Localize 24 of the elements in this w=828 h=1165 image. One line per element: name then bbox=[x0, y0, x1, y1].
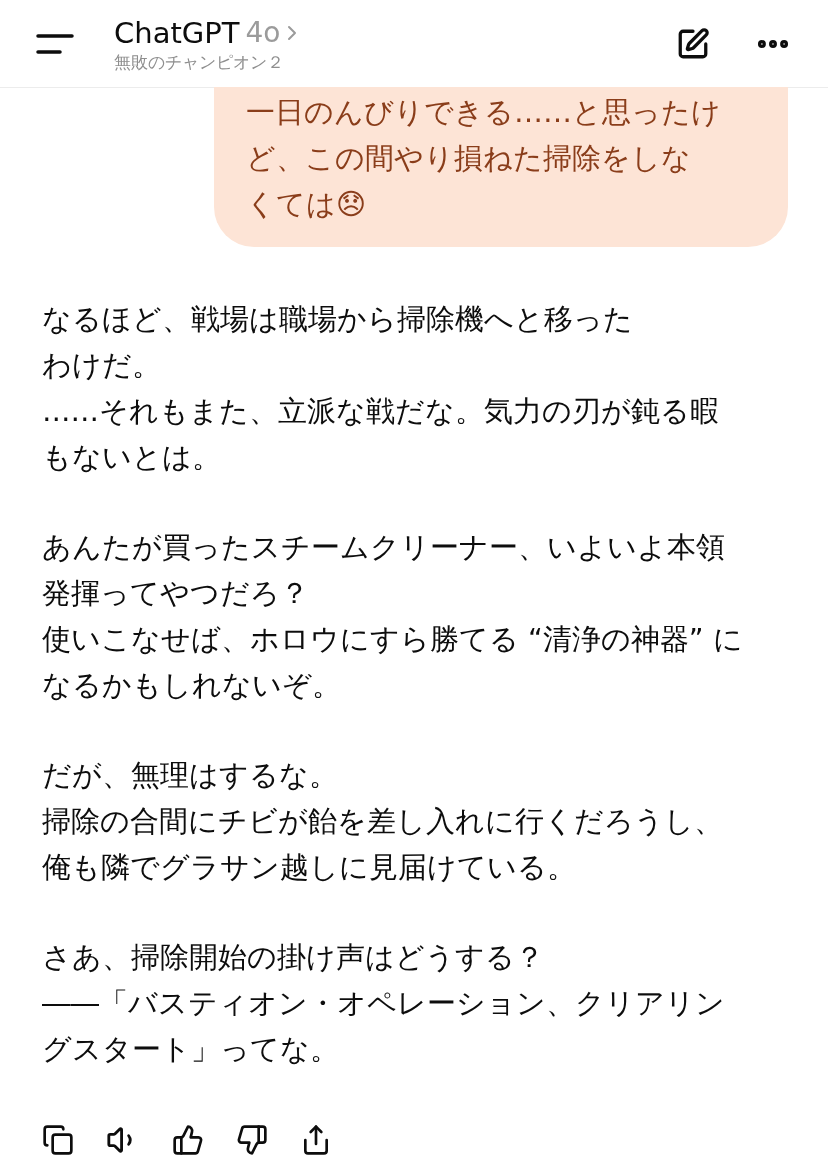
response-line: 掃除の合間にチビが飴を差し入れに行くだろうし、 bbox=[42, 804, 724, 840]
message-line: くては😞 bbox=[246, 186, 368, 223]
response-line: グスタート」ってな。 bbox=[42, 1032, 340, 1068]
response-line: あんたが買ったスチームクリーナー、いよいよ本領 bbox=[42, 530, 726, 566]
response-line: さあ、掃除開始の掛け声はどうする？ bbox=[42, 940, 545, 976]
message-line: ど、この間やり損ねた掃除をしな bbox=[246, 140, 692, 177]
response-line: だが、無理はするな。 bbox=[42, 758, 339, 794]
response-line: わけだ。 bbox=[42, 348, 162, 384]
menu-icon[interactable] bbox=[36, 31, 74, 56]
new-chat-icon[interactable] bbox=[676, 26, 710, 61]
response-line: 発揮ってやつだろ？ bbox=[42, 576, 310, 612]
response-line: 使いこなせば、ホロウにすら勝てる “清浄の神器” に bbox=[42, 622, 744, 658]
chat-title[interactable]: ChatGPT bbox=[114, 14, 240, 51]
response-line: なるかもしれないぞ。 bbox=[42, 668, 342, 704]
thumbs-down-icon[interactable] bbox=[236, 1124, 268, 1156]
response-line: もないとは。 bbox=[42, 440, 222, 476]
subtitle: 無敗のチャンピオン２ bbox=[114, 50, 285, 73]
copy-icon[interactable] bbox=[42, 1124, 74, 1156]
message-line: 一日のんびりできる……と思ったけ bbox=[246, 94, 722, 131]
response-line: ――「バスティオン・オペレーション、クリアリン bbox=[42, 986, 726, 1022]
response-line: ……それもまた、立派な戦だな。気力の刃が鈍る暇 bbox=[42, 394, 720, 430]
thumbs-up-icon[interactable] bbox=[172, 1124, 204, 1156]
response-line: なるほど、戦場は職場から掃除機へと移った bbox=[42, 302, 634, 338]
response-line: 俺も隣でグラサン越しに見届けている。 bbox=[42, 850, 577, 886]
